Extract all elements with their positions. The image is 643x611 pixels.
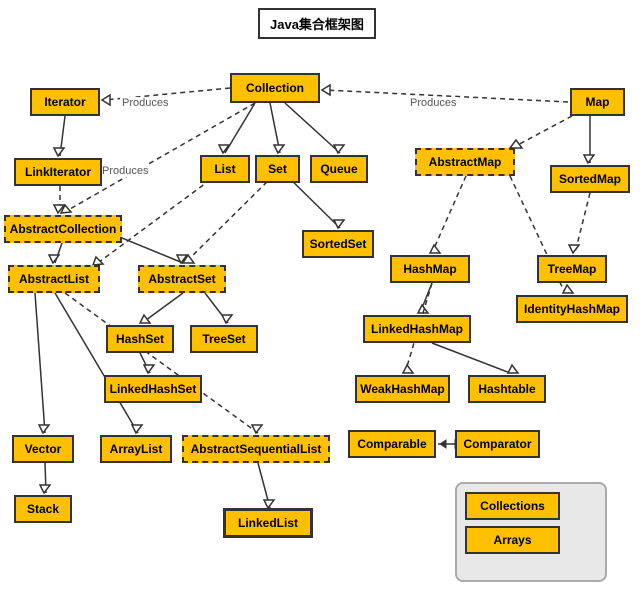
node-linkedlist: LinkedList: [223, 508, 313, 538]
node-abstractlist: AbstractList: [8, 265, 100, 293]
node-stack: Stack: [14, 495, 72, 523]
node-collections: Collections: [465, 492, 560, 520]
node-treemap: TreeMap: [537, 255, 607, 283]
node-weakhashmap: WeakHashMap: [355, 375, 450, 403]
node-collection: Collection: [230, 73, 320, 103]
node-abstractsequentiallist: AbstractSequentialList: [182, 435, 330, 463]
node-hashset: HashSet: [106, 325, 174, 353]
node-abstractcollection: AbstractCollection: [4, 215, 122, 243]
node-abstractset: AbstractSet: [138, 265, 226, 293]
produces-label-2: Produces: [408, 97, 458, 109]
node-comparator: Comparator: [455, 430, 540, 458]
title-box: Java集合框架图: [258, 8, 376, 39]
produces-label-1: Produces: [120, 97, 170, 109]
node-iterator: Iterator: [30, 88, 100, 116]
node-sortedset: SortedSet: [302, 230, 374, 258]
node-queue: Queue: [310, 155, 368, 183]
node-list: List: [200, 155, 250, 183]
node-linkiterator: LinkIterator: [14, 158, 102, 186]
node-linkedhashmap: LinkedHashMap: [363, 315, 471, 343]
node-abstractmap: AbstractMap: [415, 148, 515, 176]
node-comparable: Comparable: [348, 430, 436, 458]
node-set: Set: [255, 155, 300, 183]
node-treeset: TreeSet: [190, 325, 258, 353]
legend-container: Collections Arrays: [455, 482, 607, 582]
node-hashtable: Hashtable: [468, 375, 546, 403]
node-map: Map: [570, 88, 625, 116]
title-text: Java集合框架图: [270, 14, 364, 33]
node-identityhashmap: IdentityHashMap: [516, 295, 628, 323]
produces-label-3: Produces: [100, 165, 150, 177]
node-hashmap: HashMap: [390, 255, 470, 283]
node-vector: Vector: [12, 435, 74, 463]
node-linkedhashset: LinkedHashSet: [104, 375, 202, 403]
node-sortedmap: SortedMap: [550, 165, 630, 193]
node-arraylist: ArrayList: [100, 435, 172, 463]
diagram: Java集合框架图: [0, 0, 643, 611]
node-arrays: Arrays: [465, 526, 560, 554]
